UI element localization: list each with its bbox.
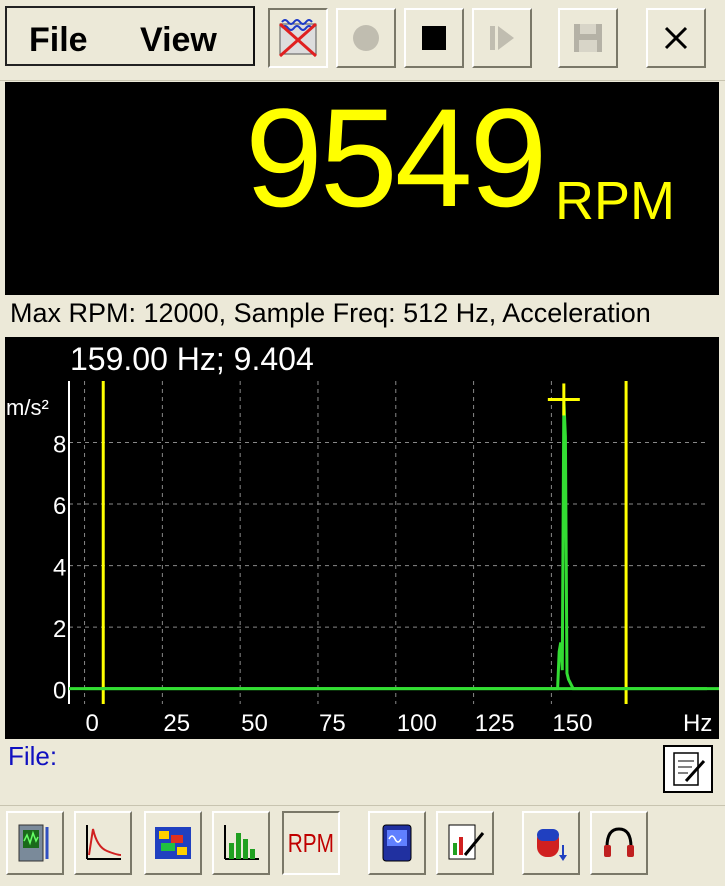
x-tick-label: 125 (475, 710, 515, 737)
x-tick-label: 75 (319, 710, 346, 737)
device-screen-icon (382, 824, 412, 862)
y-tick-label: 0 (53, 678, 66, 705)
record-button[interactable] (336, 8, 396, 68)
record-icon (353, 25, 379, 51)
file-bar: File: (5, 739, 719, 799)
top-toolbar: File View (0, 0, 725, 81)
x-tick-label: 50 (241, 710, 268, 737)
y-tick-label: 6 (53, 493, 66, 520)
tab-spectrum[interactable] (74, 811, 132, 875)
bottom-toolbar: RPM (0, 805, 725, 886)
x-tick-label: 25 (163, 710, 190, 737)
edit-notes-button[interactable] (663, 745, 713, 793)
tab-time-waveform[interactable] (6, 811, 64, 875)
spectrum-chart[interactable]: 159.00 Hz; 9.404 0 2 4 6 8 m/s² 0 25 50 75 100 125 1… (5, 337, 719, 739)
close-icon (664, 26, 688, 50)
rpm-tab-label: RPM (287, 827, 335, 858)
y-tick-label: 8 (53, 432, 66, 459)
sensor-icon (537, 829, 567, 861)
x-tick-label: 100 (397, 710, 437, 737)
rpm-display: 9549 RPM (5, 82, 719, 295)
tab-sensor[interactable] (522, 811, 580, 875)
save-button[interactable] (558, 8, 618, 68)
x-axis-label: Hz (683, 710, 712, 737)
signal-off-icon (279, 19, 317, 58)
stop-button[interactable] (404, 8, 464, 68)
rpm-value: 9549 (245, 79, 547, 236)
tab-rpm[interactable]: RPM (282, 811, 340, 875)
tab-bar-chart[interactable] (212, 811, 270, 875)
edit-notes-icon (673, 752, 706, 786)
waveform-device-icon (18, 824, 49, 862)
measurement-info: Max RPM: 12000, Sample Freq: 512 Hz, Acc… (5, 295, 719, 337)
x-tick-label: 150 (552, 710, 592, 737)
headphones-icon (604, 827, 634, 857)
menu-bar: File View (5, 6, 255, 66)
tab-report[interactable] (436, 811, 494, 875)
y-tick-label: 2 (53, 616, 66, 643)
spectrum-plot[interactable]: 0 2 4 6 8m/s² 0 25 50 75 100 125 150 Hz (5, 337, 719, 739)
spectrum-decay-icon (86, 825, 122, 860)
step-forward-button[interactable] (472, 8, 532, 68)
x-tick-label: 0 (86, 710, 99, 737)
y-tick-label: 4 (53, 555, 66, 582)
y-axis-label: m/s² (6, 395, 49, 420)
view-menu[interactable]: View (140, 21, 217, 60)
file-label: File: (8, 741, 58, 771)
floppy-disk-icon (574, 24, 602, 52)
tab-device[interactable] (368, 811, 426, 875)
step-forward-icon (490, 26, 514, 50)
bar-chart-icon (224, 825, 259, 860)
report-edit-icon (448, 824, 485, 860)
waterfall-icon (155, 827, 191, 859)
stop-icon (422, 26, 446, 50)
file-menu[interactable]: File (29, 21, 88, 60)
signal-generator-button[interactable] (268, 8, 328, 68)
close-button[interactable] (646, 8, 706, 68)
tab-headphones[interactable] (590, 811, 648, 875)
rpm-unit: RPM (555, 171, 675, 231)
tab-waterfall[interactable] (144, 811, 202, 875)
